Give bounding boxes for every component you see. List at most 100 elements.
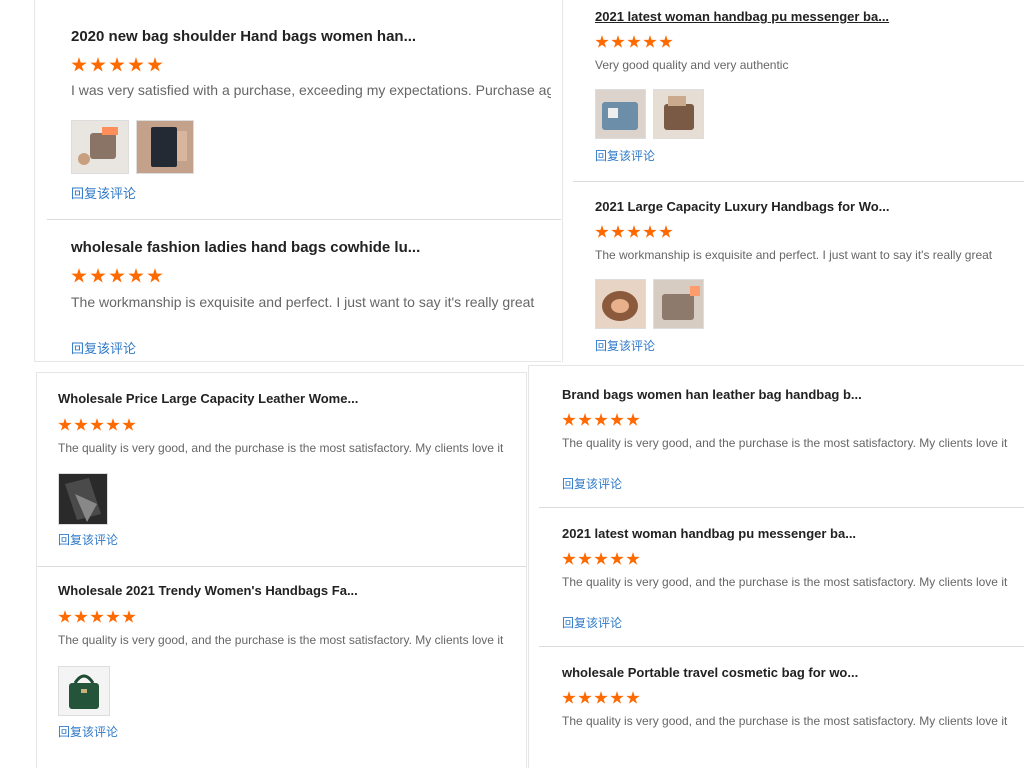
review-panel-top-left: 2020 new bag shoulder Hand bags women ha… bbox=[34, 0, 561, 362]
bag-photo bbox=[72, 121, 128, 173]
bag-photo-thumbnail[interactable] bbox=[58, 666, 110, 716]
bag-photo-thumbnail[interactable] bbox=[653, 89, 704, 139]
review-card: 2021 Large Capacity Luxury Handbags for … bbox=[563, 182, 1024, 362]
star-icon bbox=[90, 610, 104, 623]
star-icon bbox=[578, 552, 592, 565]
reply-to-review-link[interactable]: 回复该评论 bbox=[58, 531, 118, 548]
star-icon bbox=[106, 418, 120, 431]
star-icon bbox=[147, 57, 163, 72]
product-title-link[interactable]: Wholesale Price Large Capacity Leather W… bbox=[58, 391, 358, 406]
star-icon bbox=[626, 552, 640, 565]
product-title-link[interactable]: 2021 latest woman handbag pu messenger b… bbox=[595, 9, 889, 24]
star-icon bbox=[128, 268, 144, 283]
review-card: 2020 new bag shoulder Hand bags women ha… bbox=[35, 0, 561, 220]
review-panel-bottom-left: Wholesale Price Large Capacity Leather W… bbox=[36, 372, 527, 768]
star-icon bbox=[610, 552, 624, 565]
product-title-link[interactable]: 2020 new bag shoulder Hand bags women ha… bbox=[71, 28, 416, 45]
review-text: The quality is very good, and the purcha… bbox=[58, 441, 504, 455]
star-icon bbox=[128, 57, 144, 72]
star-icon bbox=[122, 610, 136, 623]
star-icon bbox=[611, 35, 625, 48]
rating-stars bbox=[562, 413, 642, 431]
bag-photo-thumbnail[interactable] bbox=[58, 473, 108, 525]
review-text: The quality is very good, and the purcha… bbox=[58, 633, 504, 647]
star-icon bbox=[627, 35, 641, 48]
star-icon bbox=[594, 413, 608, 426]
rating-stars bbox=[71, 268, 166, 288]
review-text: I was very satisfied with a purchase, ex… bbox=[71, 82, 551, 98]
bag-photo bbox=[596, 280, 645, 328]
bag-photo-thumbnail[interactable] bbox=[653, 279, 704, 329]
star-icon bbox=[71, 268, 87, 283]
reply-to-review-link[interactable]: 回复该评论 bbox=[595, 337, 655, 354]
star-icon bbox=[595, 35, 609, 48]
bag-photo-thumbnail[interactable] bbox=[136, 120, 194, 174]
star-icon bbox=[90, 57, 106, 72]
bag-photo-thumbnail[interactable] bbox=[595, 89, 646, 139]
bag-photo bbox=[59, 667, 109, 715]
product-title-link[interactable]: 2021 latest woman handbag pu messenger b… bbox=[562, 526, 856, 541]
star-icon bbox=[90, 268, 106, 283]
product-title-link[interactable]: wholesale fashion ladies hand bags cowhi… bbox=[71, 239, 420, 256]
star-icon bbox=[610, 413, 624, 426]
star-icon bbox=[594, 552, 608, 565]
bag-photo-thumbnail[interactable] bbox=[595, 279, 646, 329]
bag-photo bbox=[596, 90, 645, 138]
star-icon bbox=[659, 35, 673, 48]
product-title-link[interactable]: Brand bags women han leather bag handbag… bbox=[562, 387, 862, 402]
review-card: Wholesale Price Large Capacity Leather W… bbox=[37, 373, 526, 566]
star-icon bbox=[58, 418, 72, 431]
star-icon bbox=[122, 418, 136, 431]
star-icon bbox=[109, 57, 125, 72]
reply-to-review-link[interactable]: 回复该评论 bbox=[595, 147, 655, 164]
reply-to-review-link[interactable]: 回复该评论 bbox=[562, 475, 622, 492]
review-photos bbox=[595, 89, 711, 139]
star-icon bbox=[595, 225, 609, 238]
star-icon bbox=[109, 268, 125, 283]
reply-to-review-link[interactable]: 回复该评论 bbox=[562, 614, 622, 631]
reply-to-review-link[interactable]: 回复该评论 bbox=[58, 723, 118, 740]
review-panel-bottom-right: Brand bags women han leather bag handbag… bbox=[528, 365, 1024, 768]
review-card: wholesale fashion ladies hand bags cowhi… bbox=[35, 220, 561, 361]
review-card: Wholesale 2021 Trendy Women's Handbags F… bbox=[37, 567, 526, 768]
review-text: Very good quality and very authentic bbox=[595, 58, 789, 72]
rating-stars bbox=[595, 35, 675, 53]
product-title-link[interactable]: Wholesale 2021 Trendy Women's Handbags F… bbox=[58, 583, 358, 598]
bag-photo bbox=[59, 474, 107, 524]
star-icon bbox=[643, 225, 657, 238]
star-icon bbox=[106, 610, 120, 623]
rating-stars bbox=[58, 418, 138, 436]
star-icon bbox=[627, 225, 641, 238]
product-title-link[interactable]: wholesale Portable travel cosmetic bag f… bbox=[562, 665, 858, 680]
review-text: The quality is very good, and the purcha… bbox=[562, 575, 1008, 589]
star-icon bbox=[147, 268, 163, 283]
star-icon bbox=[626, 691, 640, 704]
star-icon bbox=[58, 610, 72, 623]
star-icon bbox=[643, 35, 657, 48]
star-icon bbox=[578, 413, 592, 426]
star-icon bbox=[578, 691, 592, 704]
review-photos bbox=[58, 666, 117, 716]
star-icon bbox=[71, 57, 87, 72]
review-photos bbox=[71, 120, 201, 174]
review-card: 2021 latest woman handbag pu messenger b… bbox=[563, 0, 1024, 182]
rating-stars bbox=[58, 610, 138, 628]
star-icon bbox=[562, 691, 576, 704]
reply-to-review-link[interactable]: 回复该评论 bbox=[71, 183, 136, 202]
bag-photo bbox=[654, 280, 703, 328]
bag-photo-thumbnail[interactable] bbox=[71, 120, 129, 174]
rating-stars bbox=[562, 552, 642, 570]
review-photos bbox=[595, 279, 711, 329]
rating-stars bbox=[562, 691, 642, 709]
star-icon bbox=[659, 225, 673, 238]
review-panel-top-right: 2021 latest woman handbag pu messenger b… bbox=[562, 0, 1024, 362]
star-icon bbox=[562, 413, 576, 426]
review-text: The workmanship is exquisite and perfect… bbox=[71, 294, 535, 310]
review-text: The quality is very good, and the purcha… bbox=[562, 714, 1008, 728]
reply-to-review-link[interactable]: 回复该评论 bbox=[71, 338, 136, 357]
star-icon bbox=[594, 691, 608, 704]
product-title-link[interactable]: 2021 Large Capacity Luxury Handbags for … bbox=[595, 199, 890, 214]
review-card: wholesale Portable travel cosmetic bag f… bbox=[529, 647, 1024, 768]
star-icon bbox=[610, 691, 624, 704]
review-photos bbox=[58, 473, 115, 525]
